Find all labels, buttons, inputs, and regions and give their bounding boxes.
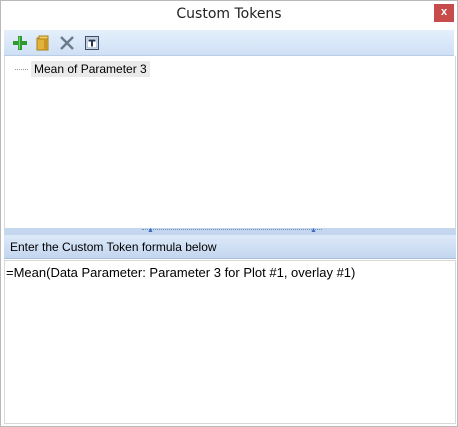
formula-header: Enter the Custom Token formula below — [4, 235, 456, 259]
toolbar — [4, 30, 454, 56]
delete-x-icon — [59, 35, 75, 51]
add-token-button[interactable] — [10, 33, 30, 53]
tree-item-label: Mean of Parameter 3 — [31, 61, 150, 77]
text-t-icon — [84, 35, 100, 51]
formula-header-label: Enter the Custom Token formula below — [10, 240, 217, 254]
token-tree[interactable]: Mean of Parameter 3 — [4, 56, 456, 228]
plus-icon — [12, 35, 28, 51]
splitter-grip — [142, 229, 322, 233]
formula-input[interactable]: =Mean(Data Parameter: Parameter 3 for Pl… — [4, 260, 456, 424]
rename-token-button[interactable] — [82, 33, 102, 53]
open-token-button[interactable] — [33, 33, 53, 53]
splitter-up-arrow-icon: ▲ — [310, 227, 317, 234]
delete-token-button[interactable] — [57, 33, 77, 53]
tree-connector — [15, 68, 28, 70]
custom-tokens-dialog: Custom Tokens x Mean of Parameter 3 ▲ ▲ … — [0, 0, 458, 427]
pane-splitter[interactable]: ▲ ▲ — [4, 227, 456, 235]
title-bar: Custom Tokens x — [1, 1, 457, 29]
splitter-up-arrow-icon: ▲ — [147, 227, 154, 234]
window-title: Custom Tokens — [176, 6, 282, 22]
tree-item[interactable]: Mean of Parameter 3 — [15, 61, 150, 77]
folder-icon — [35, 35, 51, 51]
close-button[interactable]: x — [434, 4, 454, 22]
